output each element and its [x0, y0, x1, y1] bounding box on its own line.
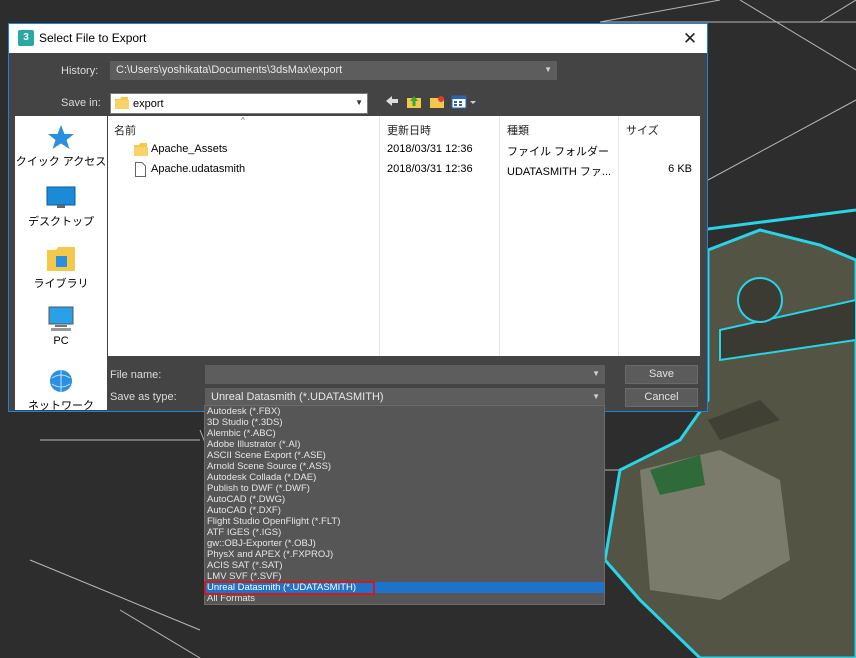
dropdown-option[interactable]: Flight Studio OpenFlight (*.FLT) — [205, 516, 604, 527]
view-menu-icon[interactable] — [451, 95, 477, 111]
select-file-dialog: 3 Select File to Export ✕ History: C:\Us… — [8, 23, 708, 412]
file-date-cell: 2018/03/31 12:36 — [387, 143, 473, 155]
places-bar: クイック アクセス デスクトップ ライブラリ PC ネットワーク — [15, 116, 107, 410]
desktop-icon — [46, 186, 76, 208]
new-folder-icon[interactable] — [428, 95, 446, 111]
place-library[interactable]: ライブラリ — [15, 246, 107, 291]
dropdown-option[interactable]: LMV SVF (*.SVF) — [205, 571, 604, 582]
file-icon — [135, 162, 146, 177]
history-combo[interactable]: C:\Users\yoshikata\Documents\3dsMax\expo… — [110, 61, 557, 80]
file-size-cell: 6 KB — [668, 163, 692, 175]
chevron-down-icon[interactable]: ▼ — [355, 98, 363, 107]
place-label: PC — [53, 335, 69, 347]
file-type-cell: UDATASMITH ファ... — [507, 166, 612, 178]
3dsmax-app-icon: 3 — [18, 30, 34, 46]
column-header-size[interactable]: サイズ — [626, 122, 659, 138]
dropdown-option[interactable]: Publish to DWF (*.DWF) — [205, 483, 604, 494]
save-button[interactable]: Save — [625, 365, 698, 384]
dropdown-option[interactable]: PhysX and APEX (*.FXPROJ) — [205, 549, 604, 560]
chevron-down-icon[interactable]: ▼ — [544, 65, 552, 74]
place-label: デスクトップ — [28, 216, 94, 228]
folder-icon — [115, 97, 129, 109]
sort-chevron-icon: ^ — [241, 116, 245, 125]
save-in-label: Save in: — [61, 97, 101, 109]
save-in-value: export — [133, 98, 164, 110]
dropdown-option[interactable]: ATF IGES (*.IGS) — [205, 527, 604, 538]
file-list[interactable]: 名前 ^ 更新日時 種類 サイズ Apache_Assets 2018/03/3… — [108, 116, 700, 356]
place-desktop[interactable]: デスクトップ — [15, 186, 107, 229]
dropdown-option[interactable]: ACIS SAT (*.SAT) — [205, 560, 604, 571]
dropdown-option[interactable]: Adobe Illustrator (*.AI) — [205, 439, 604, 450]
quick-access-star-icon — [48, 125, 74, 149]
dropdown-option[interactable]: gw::OBJ-Exporter (*.OBJ) — [205, 538, 604, 549]
back-icon[interactable] — [383, 95, 401, 111]
dropdown-option[interactable]: 3D Studio (*.3DS) — [205, 417, 604, 428]
up-folder-icon[interactable] — [405, 95, 423, 111]
place-network[interactable]: ネットワーク — [15, 368, 107, 410]
place-pc[interactable]: PC — [15, 306, 107, 347]
library-icon — [47, 247, 75, 271]
file-date-cell: 2018/03/31 12:36 — [387, 163, 473, 175]
dropdown-option[interactable]: Autodesk (*.FBX) — [205, 406, 604, 417]
dropdown-option[interactable]: All Formats — [205, 593, 604, 604]
file-name-label: File name: — [110, 369, 162, 381]
file-name-cell: Apache.udatasmith — [151, 163, 246, 175]
place-quick-access[interactable]: クイック アクセス — [15, 124, 107, 169]
dropdown-option[interactable]: AutoCAD (*.DXF) — [205, 505, 604, 516]
column-header-name[interactable]: 名前 — [114, 122, 136, 138]
pc-icon — [48, 306, 74, 331]
column-header-date[interactable]: 更新日時 — [387, 122, 431, 138]
dropdown-option[interactable]: Autodesk Collada (*.DAE) — [205, 472, 604, 483]
dropdown-option[interactable]: ASCII Scene Export (*.ASE) — [205, 450, 604, 461]
folder-icon — [134, 143, 148, 156]
dialog-titlebar[interactable]: 3 Select File to Export ✕ — [9, 24, 707, 53]
place-label: クイック アクセス — [15, 156, 107, 168]
network-icon — [50, 370, 72, 392]
file-name-cell: Apache_Assets — [151, 143, 228, 155]
column-header-type[interactable]: 種類 — [507, 122, 529, 138]
history-label: History: — [61, 65, 99, 77]
save-in-combo[interactable]: export ▼ — [110, 93, 368, 114]
dialog-title: Select File to Export — [39, 31, 147, 45]
chevron-down-icon[interactable]: ▼ — [592, 392, 600, 401]
file-type-cell: ファイル フォルダー — [507, 146, 610, 158]
file-name-input[interactable]: ▼ — [205, 365, 605, 384]
dropdown-option[interactable]: Arnold Scene Source (*.ASS) — [205, 461, 604, 472]
place-label: ネットワーク — [28, 400, 94, 410]
save-as-type-value: Unreal Datasmith (*.UDATASMITH) — [211, 391, 384, 403]
dropdown-option[interactable]: AutoCAD (*.DWG) — [205, 494, 604, 505]
chevron-down-icon[interactable]: ▼ — [592, 369, 600, 378]
save-as-type-label: Save as type: — [110, 391, 177, 403]
save-as-type-dropdown[interactable]: Autodesk (*.FBX) 3D Studio (*.3DS) Alemb… — [204, 405, 605, 605]
file-row[interactable]: Apache_Assets 2018/03/31 12:36 ファイル フォルダ… — [108, 140, 700, 160]
history-value: C:\Users\yoshikata\Documents\3dsMax\expo… — [116, 64, 343, 76]
dropdown-option-selected[interactable]: Unreal Datasmith (*.UDATASMITH) — [205, 582, 604, 593]
place-label: ライブラリ — [33, 278, 89, 290]
dropdown-option[interactable]: Alembic (*.ABC) — [205, 428, 604, 439]
close-button[interactable]: ✕ — [673, 24, 707, 53]
file-row[interactable]: Apache.udatasmith 2018/03/31 12:36 UDATA… — [108, 160, 700, 180]
cancel-button[interactable]: Cancel — [625, 388, 698, 407]
